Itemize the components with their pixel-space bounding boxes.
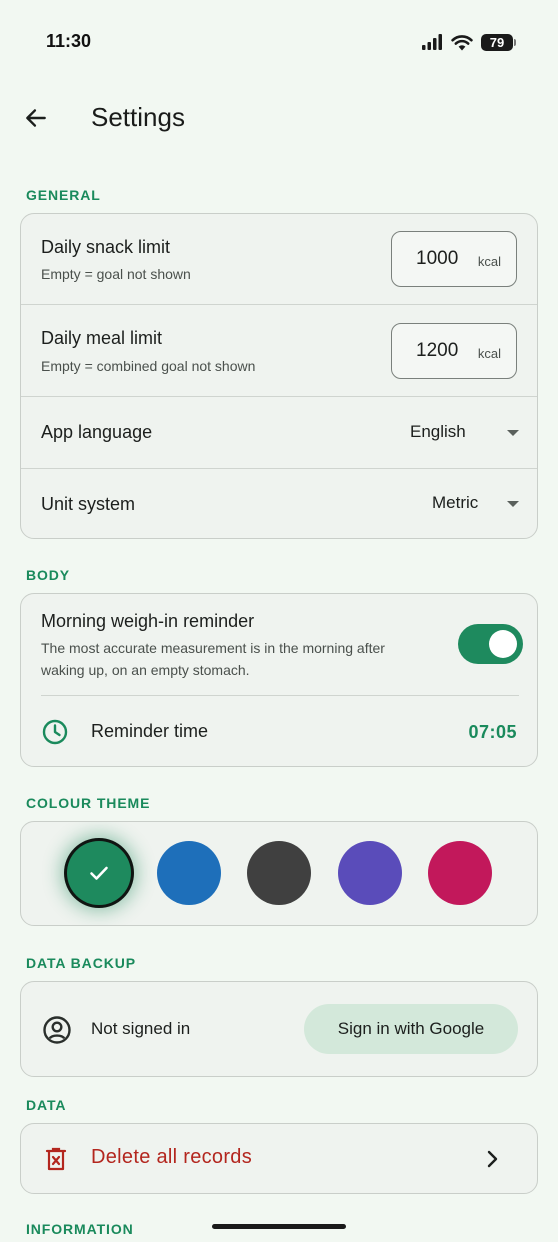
toggle-knob <box>489 630 517 658</box>
unit-system-title: Unit system <box>41 494 136 514</box>
delete-all-records-row[interactable]: Delete all records <box>21 1124 537 1193</box>
clock-icon <box>42 719 68 745</box>
section-label-general: GENERAL <box>26 187 101 203</box>
theme-swatch[interactable] <box>157 841 221 905</box>
section-label-data: DATA <box>26 1097 67 1113</box>
dropdown-caret-icon <box>507 430 519 436</box>
status-icons: 79 <box>421 30 516 54</box>
reminder-time-row[interactable]: Reminder time 07:05 <box>21 696 537 766</box>
snack-limit-title: Daily snack limit <box>41 237 171 257</box>
dropdown-caret-icon <box>507 501 519 507</box>
battery-level: 79 <box>489 34 505 50</box>
meal-limit-input[interactable]: 1200 kcal <box>391 323 517 379</box>
meal-limit-unit: kcal <box>477 346 501 361</box>
weigh-in-reminder-toggle[interactable] <box>458 624 523 664</box>
app-language-title: App language <box>41 422 153 442</box>
unit-system-row[interactable]: Unit system Metric <box>21 469 537 538</box>
meal-limit-value: 1200 <box>416 340 459 361</box>
status-bar: 11:30 79 <box>0 0 558 84</box>
battery-icon: 79 <box>481 33 516 51</box>
chevron-right-icon <box>487 1150 498 1168</box>
reminder-time-value[interactable]: 07:05 <box>468 722 517 743</box>
data-card: Delete all records <box>20 1123 538 1194</box>
reminder-time-title: Reminder time <box>91 721 209 741</box>
snack-limit-input[interactable]: 1000 kcal <box>391 231 517 287</box>
colour-theme-card <box>20 821 538 926</box>
weigh-in-reminder-subtitle-2: waking up, on an empty stomach. <box>41 662 250 678</box>
delete-records-icon <box>45 1147 67 1171</box>
sign-in-status: Not signed in <box>91 1019 191 1038</box>
section-label-body: BODY <box>26 567 71 583</box>
theme-swatch[interactable] <box>247 841 311 905</box>
meal-limit-row: Daily meal limit Empty = combined goal n… <box>21 305 537 396</box>
section-label-data-backup: DATA BACKUP <box>26 955 136 971</box>
account-circle-icon <box>43 1016 71 1044</box>
check-icon <box>67 841 131 905</box>
snack-limit-row: Daily snack limit Empty = goal not shown… <box>21 214 537 304</box>
wifi-icon <box>451 34 473 50</box>
arrow-back-icon <box>26 109 46 127</box>
app-language-row[interactable]: App language English <box>21 397 537 468</box>
sign-in-with-google-button[interactable]: Sign in with Google <box>304 1004 518 1054</box>
general-card: Daily snack limit Empty = goal not shown… <box>20 213 538 539</box>
meal-limit-subtitle: Empty = combined goal not shown <box>41 358 256 374</box>
page-title: Settings <box>91 102 185 132</box>
theme-swatch[interactable] <box>338 841 402 905</box>
snack-limit-unit: kcal <box>477 254 501 269</box>
theme-swatch[interactable] <box>428 841 492 905</box>
theme-swatch[interactable] <box>67 841 131 905</box>
section-label-colour-theme: COLOUR THEME <box>26 795 151 811</box>
weigh-in-reminder-row[interactable]: Morning weigh-in reminder The most accur… <box>21 594 537 696</box>
app-bar: Settings <box>0 88 558 148</box>
status-time: 11:30 <box>46 31 92 51</box>
snack-limit-subtitle: Empty = goal not shown <box>41 266 191 282</box>
snack-limit-value: 1000 <box>416 248 459 269</box>
unit-system-value[interactable]: Metric <box>432 493 478 513</box>
meal-limit-title: Daily meal limit <box>41 328 163 348</box>
weigh-in-reminder-subtitle-1: The most accurate measurement is in the … <box>41 640 385 656</box>
data-backup-card: Not signed in Sign in with Google <box>20 981 538 1077</box>
cellular-signal-icon <box>422 34 442 50</box>
app-language-value[interactable]: English <box>410 422 466 442</box>
home-indicator <box>212 1224 346 1229</box>
body-card: Morning weigh-in reminder The most accur… <box>20 593 538 767</box>
back-button[interactable] <box>20 102 52 134</box>
delete-all-records-label: Delete all records <box>91 1146 253 1168</box>
section-label-information: INFORMATION <box>26 1221 134 1237</box>
weigh-in-reminder-title: Morning weigh-in reminder <box>41 611 255 631</box>
